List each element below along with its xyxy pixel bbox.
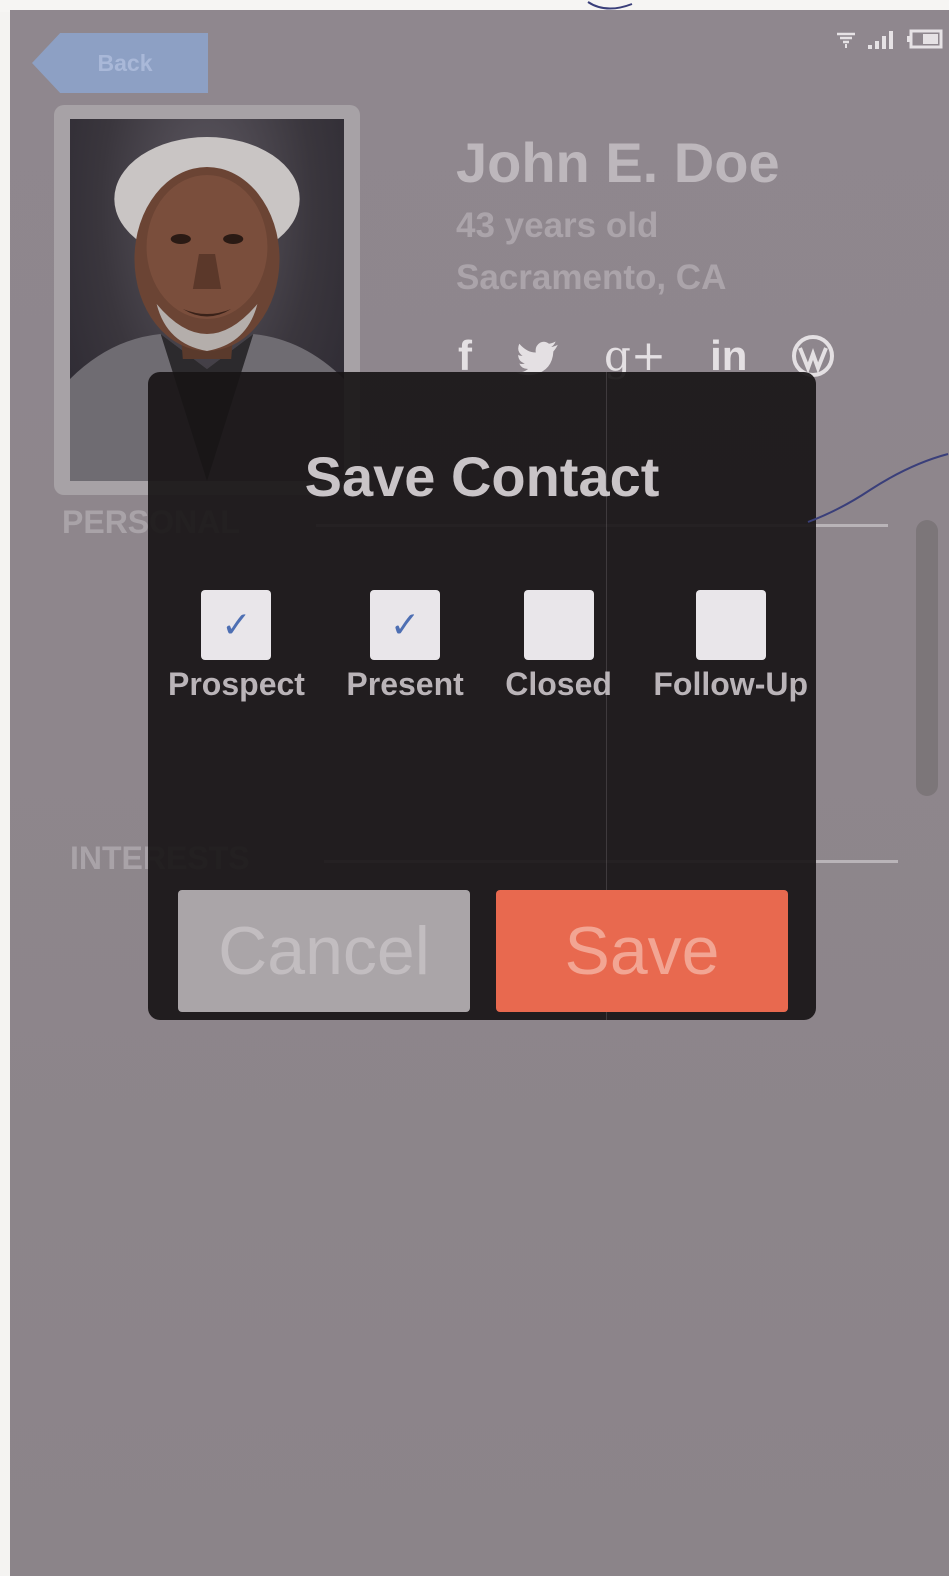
wifi-icon [837,32,855,48]
contact-age: 43 years old [456,206,659,245]
signal-icon [868,31,893,49]
contact-name: John E. Doe [456,131,780,194]
option-present[interactable]: ✓ Present [346,590,464,703]
battery-icon [907,29,943,49]
dialog-title: Save Contact [304,445,660,508]
back-button[interactable]: Back [32,33,208,93]
pen-mark-annotation [807,453,949,523]
checkbox-prospect[interactable]: ✓ [201,590,272,660]
option-label: Follow-Up [653,666,808,702]
checkbox-follow-up[interactable] [695,590,766,660]
save-button[interactable]: Save [496,890,788,1012]
save-contact-dialog: Save Contact ✓ Prospect ✓ Present Closed… [148,372,816,1020]
contact-location: Sacramento, CA [456,258,727,297]
checkbox-closed[interactable] [523,590,594,660]
cancel-button[interactable]: Cancel [178,890,470,1012]
phone-screen: Back John E. Doe 43 years old Sacramento… [10,10,949,1576]
option-closed[interactable]: Closed [505,590,612,703]
option-label: Prospect [168,666,305,702]
option-label: Closed [505,666,612,702]
status-bar [835,28,943,50]
checkbox-present[interactable]: ✓ [370,590,441,660]
option-prospect[interactable]: ✓ Prospect [168,590,305,703]
option-label: Present [346,666,464,702]
scrollbar[interactable] [916,520,938,796]
status-options: ✓ Prospect ✓ Present Closed Follow-Up [168,590,808,703]
option-follow-up[interactable]: Follow-Up [653,590,808,703]
